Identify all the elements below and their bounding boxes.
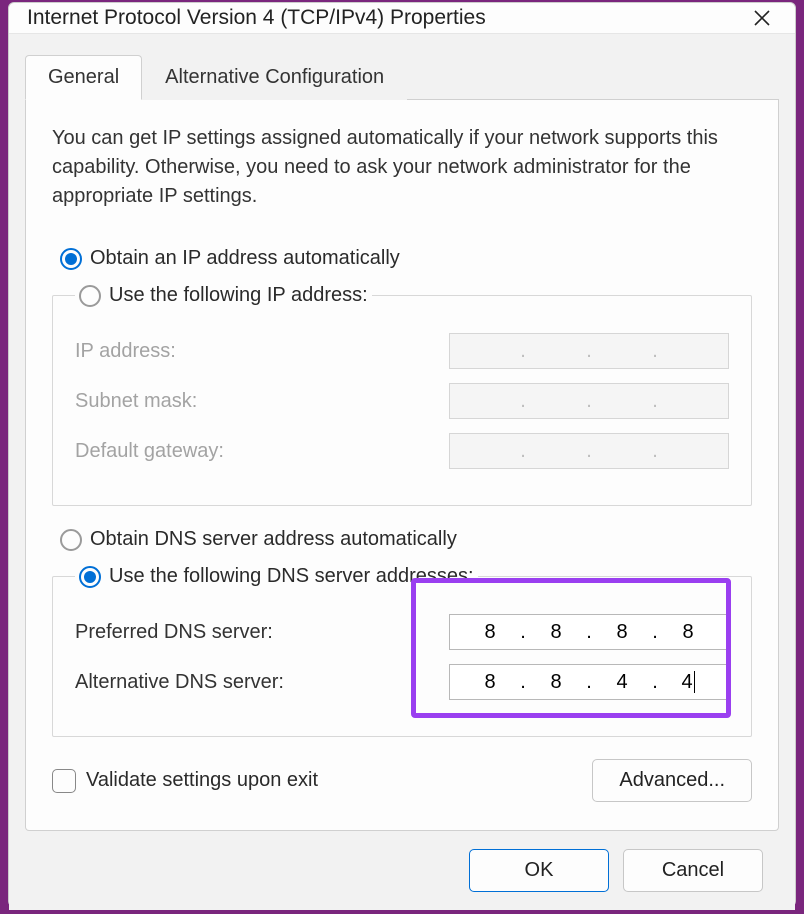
input-alternative-dns[interactable]: 8. 8. 4. 4 [449, 664, 729, 700]
dialog-window: Internet Protocol Version 4 (TCP/IPv4) P… [8, 2, 796, 907]
label-subnet-mask: Subnet mask: [75, 390, 197, 413]
titlebar: Internet Protocol Version 4 (TCP/IPv4) P… [9, 3, 795, 33]
radio-ip-auto-label: Obtain an IP address automatically [90, 247, 400, 270]
tab-strip: General Alternative Configuration [25, 54, 779, 100]
label-ip-address: IP address: [75, 340, 176, 363]
input-subnet-mask: ... [449, 383, 729, 419]
label-default-gateway: Default gateway: [75, 440, 224, 463]
checkbox-validate-on-exit[interactable]: Validate settings upon exit [52, 769, 318, 793]
radio-icon [79, 566, 101, 588]
radio-ip-manual[interactable]: Use the following IP address: [79, 284, 368, 307]
dialog-body: General Alternative Configuration You ca… [9, 33, 795, 910]
tab-panel-general: You can get IP settings assigned automat… [25, 100, 779, 831]
window-title: Internet Protocol Version 4 (TCP/IPv4) P… [27, 6, 486, 30]
text-caret [694, 671, 695, 693]
label-preferred-dns: Preferred DNS server: [75, 621, 273, 644]
group-ip-manual: Use the following IP address: IP address… [52, 284, 752, 506]
intro-text: You can get IP settings assigned automat… [52, 124, 752, 211]
radio-dns-auto[interactable]: Obtain DNS server address automatically [60, 528, 752, 551]
radio-dns-manual-label: Use the following DNS server addresses: [109, 565, 474, 588]
radio-dns-auto-label: Obtain DNS server address automatically [90, 528, 457, 551]
input-default-gateway: ... [449, 433, 729, 469]
advanced-button[interactable]: Advanced... [592, 759, 752, 802]
radio-icon [60, 248, 82, 270]
radio-dns-manual[interactable]: Use the following DNS server addresses: [79, 565, 474, 588]
radio-icon [79, 285, 101, 307]
cancel-button[interactable]: Cancel [623, 849, 763, 892]
checkbox-validate-label: Validate settings upon exit [86, 769, 318, 792]
radio-icon [60, 529, 82, 551]
close-icon[interactable] [747, 3, 777, 33]
radio-ip-auto[interactable]: Obtain an IP address automatically [60, 247, 752, 270]
tab-general[interactable]: General [25, 55, 142, 100]
input-ip-address: ... [449, 333, 729, 369]
input-preferred-dns[interactable]: 8. 8. 8. 8 [449, 614, 729, 650]
tab-alternative-configuration[interactable]: Alternative Configuration [142, 55, 407, 100]
label-alternative-dns: Alternative DNS server: [75, 671, 284, 694]
ok-button[interactable]: OK [469, 849, 609, 892]
group-dns-manual: Use the following DNS server addresses: … [52, 565, 752, 737]
checkbox-icon [52, 769, 76, 793]
dialog-footer: OK Cancel [25, 831, 779, 910]
radio-ip-manual-label: Use the following IP address: [109, 284, 368, 307]
